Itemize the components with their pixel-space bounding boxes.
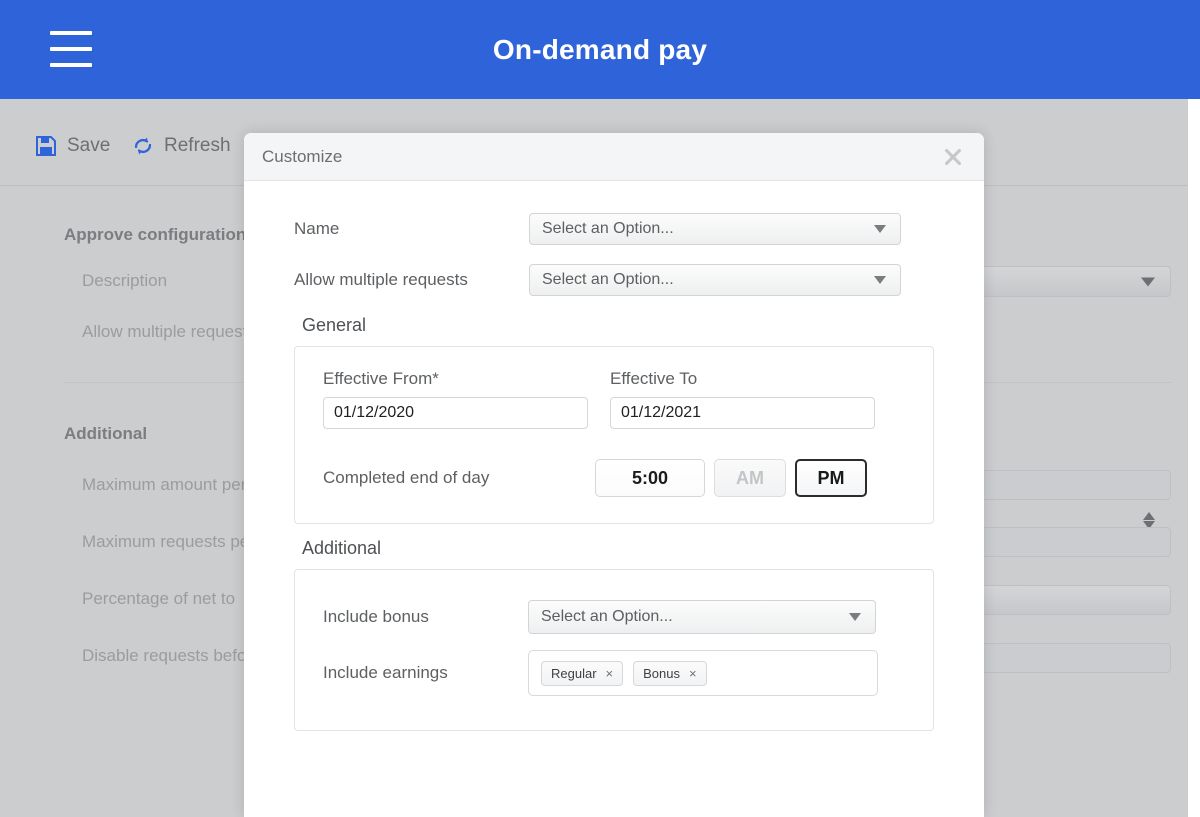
- modal-title: Customize: [262, 146, 343, 166]
- chevron-down-icon: [849, 613, 861, 621]
- completed-end-of-day-row: Completed end of day 5:00 AM PM: [323, 459, 905, 497]
- app-header: On-demand pay: [0, 0, 1200, 99]
- tag-bonus-remove-icon[interactable]: ×: [689, 666, 697, 681]
- bg-select-allow-multiple-requests[interactable]: [975, 266, 1171, 297]
- bg-field-allow-multiple-requests: Allow multiple requests: [82, 322, 256, 341]
- refresh-button[interactable]: Refresh: [131, 134, 231, 158]
- save-label: Save: [67, 135, 111, 156]
- am-button[interactable]: AM: [714, 459, 786, 497]
- select-name-value: Select an Option...: [542, 220, 674, 237]
- field-row-include-bonus: Include bonus Select an Option...: [323, 600, 905, 634]
- pm-button[interactable]: PM: [795, 459, 867, 497]
- field-effective-to: Effective To: [610, 369, 875, 429]
- group-title-additional: Additional: [302, 538, 382, 558]
- bg-input-maximum-amount[interactable]: [975, 470, 1171, 500]
- bg-select-percentage-of-net: [975, 585, 1171, 615]
- label-effective-to: Effective To: [610, 369, 698, 388]
- select-include-bonus-value: Select an Option...: [541, 608, 673, 625]
- tag-regular-remove-icon[interactable]: ×: [606, 666, 614, 681]
- refresh-label: Refresh: [164, 135, 231, 156]
- effective-from-input[interactable]: [323, 397, 588, 429]
- page-title: On-demand pay: [492, 33, 708, 65]
- group-additional: Include bonus Select an Option... Includ…: [294, 569, 934, 731]
- field-row-allow-multiple-requests: Allow multiple requests Select an Option…: [294, 264, 934, 296]
- label-effective-from: Effective From*: [323, 369, 439, 388]
- close-x-icon[interactable]: [940, 144, 966, 170]
- label-include-earnings: Include earnings: [323, 663, 448, 682]
- bg-section-title-approve-configuration: Approve configuration: [64, 225, 247, 244]
- field-effective-from: Effective From*: [323, 369, 588, 429]
- modal-header: Customize: [244, 133, 984, 181]
- chevron-down-icon: [874, 276, 886, 284]
- modal-body: Name Select an Option... Allow multiple …: [244, 181, 984, 731]
- select-allow-multiple-requests-value: Select an Option...: [542, 271, 674, 288]
- include-earnings-tag-input[interactable]: Regular × Bonus ×: [528, 650, 878, 696]
- app-page: On-demand pay Save Refresh Approve confi…: [0, 0, 1200, 817]
- close-icon-glyph: [945, 148, 961, 165]
- time-input[interactable]: 5:00: [595, 459, 705, 497]
- field-row-name: Name Select an Option...: [294, 213, 934, 245]
- bg-field-disable-requests: Disable requests before: [82, 646, 262, 665]
- tag-bonus-label: Bonus: [643, 665, 680, 681]
- select-name[interactable]: Select an Option...: [529, 213, 901, 245]
- chevron-down-icon: [874, 225, 886, 233]
- group-title-general: General: [302, 315, 367, 335]
- field-row-include-earnings: Include earnings Regular × Bonus ×: [323, 650, 905, 696]
- bg-input-maximum-requests[interactable]: [975, 527, 1171, 557]
- effective-to-input[interactable]: [610, 397, 875, 429]
- group-general: Effective From* Effective To Completed e…: [294, 346, 934, 524]
- label-include-bonus: Include bonus: [323, 607, 429, 626]
- bg-field-percentage-of-net: Percentage of net to: [82, 589, 236, 608]
- bg-section-title-additional: Additional: [64, 424, 148, 443]
- circular-arrows-refresh-icon: [134, 137, 152, 155]
- tag-bonus[interactable]: Bonus ×: [633, 660, 707, 686]
- customize-modal: Customize Name Select an Option... Allow…: [244, 133, 984, 817]
- save-button[interactable]: Save: [34, 134, 110, 158]
- label-name: Name: [294, 219, 340, 238]
- tag-regular-label: Regular: [551, 665, 597, 681]
- select-allow-multiple-requests[interactable]: Select an Option...: [529, 264, 901, 296]
- bg-input-disable-requests[interactable]: [975, 643, 1171, 673]
- label-completed-end-of-day: Completed end of day: [323, 468, 490, 487]
- bg-field-description: Description: [82, 271, 168, 290]
- floppy-disk-save-icon: [36, 136, 56, 156]
- tag-regular[interactable]: Regular ×: [541, 660, 624, 686]
- date-row: Effective From* Effective To: [323, 369, 905, 429]
- label-allow-multiple-requests: Allow multiple requests: [294, 270, 468, 289]
- select-include-bonus[interactable]: Select an Option...: [528, 600, 876, 634]
